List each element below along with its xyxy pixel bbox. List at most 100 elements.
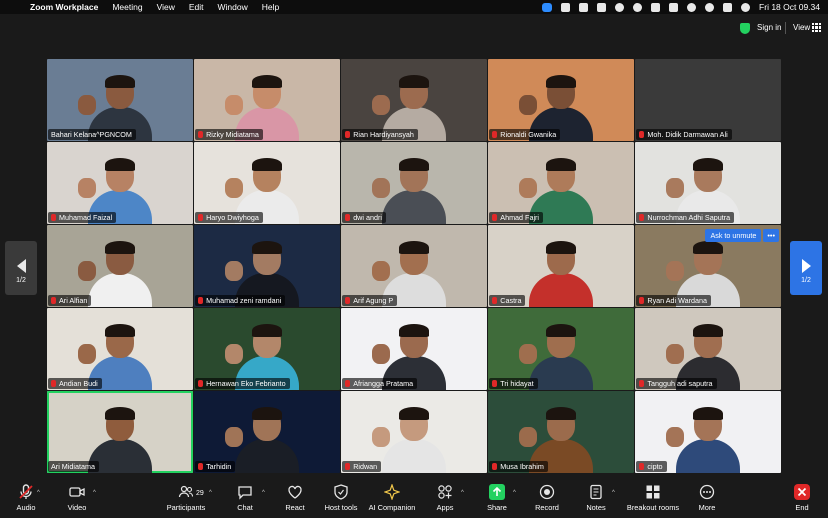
- participant-tile[interactable]: Rizky Midiatama: [194, 59, 340, 141]
- participant-tile[interactable]: Nurrochman Adhi Saputra: [635, 142, 781, 224]
- participants-button[interactable]: Participants 29 ^: [156, 484, 216, 512]
- gallery-grid-icon[interactable]: [812, 23, 821, 32]
- screen-icon[interactable]: [561, 2, 571, 12]
- battery-icon[interactable]: [669, 2, 679, 12]
- more-button[interactable]: More: [677, 484, 737, 512]
- participant-tile[interactable]: cipto: [635, 391, 781, 473]
- participant-tile[interactable]: Afriangga Pratama: [341, 308, 487, 390]
- heart-icon: [287, 484, 303, 500]
- participant-tile[interactable]: Ridwan: [341, 391, 487, 473]
- security-shield-icon[interactable]: [740, 23, 750, 34]
- mic-muted-icon: [345, 462, 351, 470]
- hover-actions: Ask to unmute •••: [705, 229, 779, 243]
- clock[interactable]: Fri 18 Oct 09.34: [759, 2, 820, 12]
- participant-name: Hernawan Eko Febrianto: [206, 378, 286, 388]
- shield-icon: [333, 484, 349, 500]
- host-tools-label: Host tools: [324, 503, 358, 512]
- user-icon[interactable]: [633, 2, 643, 12]
- video-button[interactable]: Video ^: [47, 484, 107, 512]
- menu-meeting[interactable]: Meeting: [112, 2, 142, 12]
- share-screen-icon: [489, 484, 505, 500]
- participant-name: Tangguh adi saputra: [647, 378, 713, 388]
- participant-tile[interactable]: Arif Agung P: [341, 225, 487, 307]
- view-button[interactable]: View: [793, 23, 810, 32]
- end-meeting-button[interactable]: End: [772, 484, 828, 512]
- participant-tile[interactable]: Bahari Kelana^PGNCOM: [47, 59, 193, 141]
- participant-tile[interactable]: Tarhidin: [194, 391, 340, 473]
- mic-muted-icon: [492, 462, 498, 470]
- notes-icon: [588, 484, 604, 500]
- participant-tile[interactable]: Ari Midiatama: [47, 391, 193, 473]
- menu-help[interactable]: Help: [262, 2, 279, 12]
- control-center-icon[interactable]: [723, 2, 733, 12]
- ai-companion-label: AI Companion: [368, 503, 416, 512]
- participant-tile[interactable]: Haryo Dwiyhoga: [194, 142, 340, 224]
- spotlight-search-icon[interactable]: [705, 2, 715, 12]
- sign-in-link[interactable]: Sign in: [757, 23, 781, 32]
- breakout-rooms-icon: [645, 484, 661, 500]
- apps-button[interactable]: Apps ^: [415, 484, 475, 512]
- participant-name: Ridwan: [353, 461, 378, 471]
- bluetooth-icon[interactable]: [651, 2, 661, 12]
- participant-tile[interactable]: Muhamad Faizal: [47, 142, 193, 224]
- participant-name: Ahmad Fajri: [500, 212, 540, 222]
- next-page-button[interactable]: 1/2: [790, 241, 822, 295]
- participant-tile[interactable]: dwi andri: [341, 142, 487, 224]
- siri-icon[interactable]: [741, 2, 751, 12]
- participant-tile[interactable]: Rionaldi Gwanika: [488, 59, 634, 141]
- participant-tile[interactable]: Muhamad zeni ramdani: [194, 225, 340, 307]
- audio-options-caret-icon[interactable]: ^: [37, 490, 40, 496]
- participant-tile[interactable]: Musa Ibrahim: [488, 391, 634, 473]
- menu-view[interactable]: View: [157, 2, 175, 12]
- participant-name-tag: Muhamad zeni ramdani: [195, 294, 286, 306]
- participant-tile[interactable]: Ryan Adi Wardana Ask to unmute •••: [635, 225, 781, 307]
- mic-muted-icon: [51, 213, 56, 221]
- wifi-icon[interactable]: [687, 2, 697, 12]
- tile-more-button[interactable]: •••: [763, 229, 779, 243]
- mic-muted-icon: [345, 379, 351, 387]
- record-status-icon[interactable]: [615, 2, 625, 12]
- notes-caret-icon[interactable]: ^: [612, 490, 615, 496]
- menu-app-name[interactable]: Zoom Workplace: [30, 2, 98, 12]
- sparkle-icon: [383, 483, 401, 501]
- menu-window[interactable]: Window: [218, 2, 248, 12]
- participant-tile[interactable]: Moh. Didik Darmawan Ali: [635, 59, 781, 141]
- ai-companion-button[interactable]: AI Companion: [362, 483, 422, 512]
- mic-muted-icon: [345, 130, 351, 138]
- share-caret-icon[interactable]: ^: [513, 490, 516, 496]
- menu-edit[interactable]: Edit: [189, 2, 204, 12]
- chevron-left-icon: [16, 259, 26, 273]
- participant-tile[interactable]: Andian Budi: [47, 308, 193, 390]
- drive-icon[interactable]: [579, 2, 589, 12]
- apps-caret-icon[interactable]: ^: [461, 490, 464, 496]
- participant-video: [224, 403, 299, 473]
- participants-caret-icon[interactable]: ^: [209, 490, 212, 496]
- participant-tile[interactable]: Castra: [488, 225, 634, 307]
- mic-muted-icon: [639, 379, 645, 387]
- participant-video: [519, 320, 594, 390]
- participant-name-tag: Andian Budi: [48, 377, 102, 389]
- page-indicator-left: 1/2: [16, 277, 26, 284]
- zoom-status-icon[interactable]: [542, 2, 553, 12]
- participant-name-tag: Rizky Midiatama: [195, 128, 263, 140]
- participant-name-tag: Ari Alfian: [48, 294, 92, 306]
- ask-to-unmute-button[interactable]: Ask to unmute: [705, 229, 762, 243]
- participant-tile[interactable]: Ahmad Fajri: [488, 142, 634, 224]
- participant-name-tag: Ahmad Fajri: [489, 211, 544, 223]
- mic-muted-icon: [198, 213, 204, 221]
- video-options-caret-icon[interactable]: ^: [93, 490, 96, 496]
- participant-video: [666, 403, 741, 473]
- participant-tile[interactable]: Tangguh adi saputra: [635, 308, 781, 390]
- participant-name: Nurrochman Adhi Saputra: [647, 212, 731, 222]
- participant-tile[interactable]: Rian Hardiyansyah: [341, 59, 487, 141]
- text-icon[interactable]: [597, 2, 607, 12]
- participant-tile[interactable]: Tri hidayat: [488, 308, 634, 390]
- participant-name-tag: Rian Hardiyansyah: [342, 128, 418, 140]
- participant-name-tag: Bahari Kelana^PGNCOM: [48, 128, 136, 140]
- apps-label: Apps: [436, 503, 454, 512]
- chat-icon: [237, 484, 253, 500]
- previous-page-button[interactable]: 1/2: [5, 241, 37, 295]
- participant-tile[interactable]: Ari Alfian: [47, 225, 193, 307]
- mic-muted-icon: [492, 296, 498, 304]
- participant-tile[interactable]: Hernawan Eko Febrianto: [194, 308, 340, 390]
